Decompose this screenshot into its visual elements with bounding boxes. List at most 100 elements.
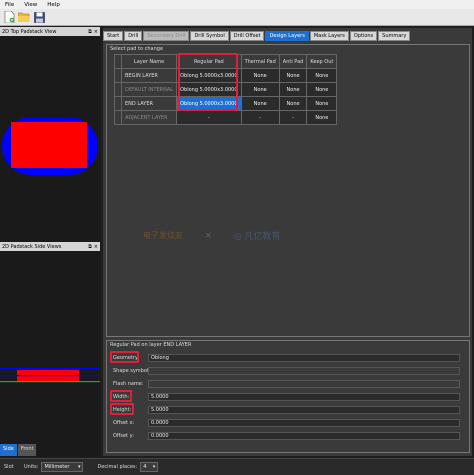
padstack-type-label: Slot bbox=[4, 464, 14, 470]
anti-pad-cell[interactable]: - bbox=[278, 110, 308, 125]
side-padstack-view: 2D Padstack Side Views ⧉ × bbox=[0, 242, 100, 457]
tab-design-layers[interactable]: Design Layers bbox=[265, 31, 309, 41]
table-header-row: Layer Name Regular Pad Thermal Pad Anti … bbox=[114, 54, 338, 69]
editor-tabs: Start Drill Secondary Drill Drill Symbol… bbox=[103, 31, 411, 41]
padstack-editor-pane: Start Drill Secondary Drill Drill Symbol… bbox=[103, 28, 472, 456]
top-view-canvas[interactable] bbox=[0, 36, 100, 242]
watermark-left: 电子发烧友 bbox=[143, 231, 183, 240]
select-pad-group-title: Select pad to change bbox=[110, 46, 164, 52]
height-input[interactable]: 5.0000 bbox=[148, 406, 460, 414]
watermark: 电子发烧友 ✕ ◎ 凡亿教育 bbox=[143, 223, 363, 248]
table-row[interactable]: ADJACENT LAYER - - - None bbox=[114, 110, 338, 125]
height-label: Height: bbox=[113, 406, 132, 413]
save-icon[interactable] bbox=[33, 11, 45, 23]
decimal-places-label: Decimal places: bbox=[97, 464, 138, 470]
flash-name-row: Flash name: bbox=[113, 379, 151, 388]
table-row[interactable]: END LAYER Oblong 5.0000x3.0000 None None… bbox=[114, 96, 338, 111]
table-row[interactable]: DEFAULT INTERNAL Oblong 5.0000x3.0000 No… bbox=[114, 82, 338, 97]
thermal-pad-cell[interactable]: None bbox=[240, 96, 280, 111]
decimal-places-select[interactable]: 4 ▾ bbox=[140, 462, 159, 472]
offset-y-input[interactable]: 0.0000 bbox=[148, 432, 460, 440]
thermal-pad-cell[interactable]: - bbox=[240, 110, 280, 125]
keep-out-cell[interactable]: None bbox=[306, 110, 338, 125]
float-icon[interactable]: ⧉ bbox=[88, 29, 92, 35]
anti-pad-cell[interactable]: None bbox=[278, 96, 308, 111]
col-layer-name: Layer Name bbox=[120, 54, 178, 69]
units-select[interactable]: Millimeter ▾ bbox=[41, 462, 84, 472]
geometry-label: Geometry: bbox=[113, 354, 140, 361]
col-anti-pad: Anti Pad bbox=[278, 54, 308, 69]
toolbar bbox=[0, 9, 474, 26]
regular-pad-cell[interactable]: - bbox=[176, 110, 242, 125]
table-row[interactable]: BEGIN LAYER Oblong 5.0000x3.0000 None No… bbox=[114, 68, 338, 83]
regular-pad-cell[interactable]: Oblong 5.0000x3.0000 bbox=[176, 82, 242, 97]
side-layer-bottom-line bbox=[0, 381, 100, 383]
tab-summary[interactable]: Summary bbox=[378, 31, 411, 41]
width-label: Width: bbox=[113, 393, 130, 400]
left-pane: 2D Top Padstack View ⧉ × 2D Padstack Sid… bbox=[0, 27, 100, 457]
table-corner bbox=[114, 54, 122, 69]
side-view-canvas[interactable] bbox=[0, 252, 100, 457]
offset-x-input[interactable]: 0.0000 bbox=[148, 419, 460, 427]
tab-side[interactable]: Side bbox=[0, 444, 17, 456]
regular-pad-props-group: Regular Pad on layer END LAYER Geometry:… bbox=[106, 340, 470, 453]
thermal-pad-cell[interactable]: None bbox=[240, 82, 280, 97]
row-stub bbox=[114, 110, 122, 125]
tab-drill[interactable]: Drill bbox=[124, 31, 143, 41]
geometry-select[interactable]: Oblong bbox=[148, 354, 460, 362]
new-file-icon[interactable] bbox=[3, 11, 15, 23]
anti-pad-cell[interactable]: None bbox=[278, 68, 308, 83]
col-keep-out: Keep Out bbox=[306, 54, 338, 69]
side-view-tabs: Side Front bbox=[0, 444, 100, 456]
decimal-places-value: 4 bbox=[143, 464, 147, 470]
offset-x-label: Offset x: bbox=[113, 419, 135, 426]
menu-file[interactable]: File bbox=[0, 2, 19, 8]
width-input[interactable]: 5.0000 bbox=[148, 393, 460, 401]
tab-mask-layers[interactable]: Mask Layers bbox=[309, 31, 349, 41]
offset-y-label: Offset y: bbox=[113, 432, 134, 439]
flash-name-label: Flash name: bbox=[113, 380, 144, 387]
tab-drill-offset[interactable]: Drill Offset bbox=[229, 31, 265, 41]
tab-secondary-drill[interactable]: Secondary Drill bbox=[143, 31, 190, 41]
shape-symbol-label: Shape symbol: bbox=[113, 367, 150, 374]
flash-name-field[interactable] bbox=[148, 380, 460, 388]
menu-view[interactable]: View bbox=[19, 2, 42, 8]
pad-regular-rect bbox=[11, 122, 87, 168]
row-layer-name: END LAYER bbox=[120, 96, 178, 111]
top-view-title-bar: 2D Top Padstack View ⧉ × bbox=[0, 27, 100, 36]
shape-symbol-field[interactable] bbox=[148, 367, 460, 375]
close-icon[interactable]: × bbox=[94, 244, 98, 250]
height-row: Height: bbox=[113, 405, 151, 414]
shape-symbol-row: Shape symbol: bbox=[113, 366, 151, 375]
regular-pad-cell-selected[interactable]: Oblong 5.0000x3.0000 bbox=[176, 96, 242, 111]
tab-drill-symbol[interactable]: Drill Symbol bbox=[190, 31, 229, 41]
close-icon[interactable]: × bbox=[94, 29, 98, 35]
keep-out-cell[interactable]: None bbox=[306, 96, 338, 111]
keep-out-cell[interactable]: None bbox=[306, 68, 338, 83]
row-stub bbox=[114, 68, 122, 83]
thermal-pad-cell[interactable]: None bbox=[240, 68, 280, 83]
menu-help[interactable]: Help bbox=[42, 2, 65, 8]
side-view-title-bar: 2D Padstack Side Views ⧉ × bbox=[0, 242, 100, 251]
geometry-row: Geometry: bbox=[113, 353, 151, 362]
offset-y-row: Offset y: bbox=[113, 431, 151, 440]
menu-bar: File View Help bbox=[0, 0, 474, 9]
row-layer-name: ADJACENT LAYER bbox=[120, 110, 178, 125]
chevron-down-icon: ▾ bbox=[152, 464, 156, 470]
top-view-title: 2D Top Padstack View bbox=[2, 28, 57, 35]
tab-start[interactable]: Start bbox=[103, 31, 124, 41]
tab-options[interactable]: Options bbox=[349, 31, 378, 41]
units-label: Units: bbox=[24, 464, 39, 470]
row-layer-name: BEGIN LAYER bbox=[120, 68, 178, 83]
keep-out-cell[interactable]: None bbox=[306, 82, 338, 97]
side-layer-top-line bbox=[0, 368, 100, 370]
props-group-title: Regular Pad on layer END LAYER bbox=[110, 342, 192, 348]
watermark-cross: ✕ bbox=[205, 231, 212, 240]
tab-front[interactable]: Front bbox=[17, 444, 37, 456]
anti-pad-cell[interactable]: None bbox=[278, 82, 308, 97]
float-icon[interactable]: ⧉ bbox=[88, 244, 92, 250]
side-layer-mid-line bbox=[0, 375, 100, 377]
open-folder-icon[interactable] bbox=[18, 11, 30, 23]
design-layers-table: Layer Name Regular Pad Thermal Pad Anti … bbox=[114, 54, 338, 125]
regular-pad-cell[interactable]: Oblong 5.0000x3.0000 bbox=[176, 68, 242, 83]
